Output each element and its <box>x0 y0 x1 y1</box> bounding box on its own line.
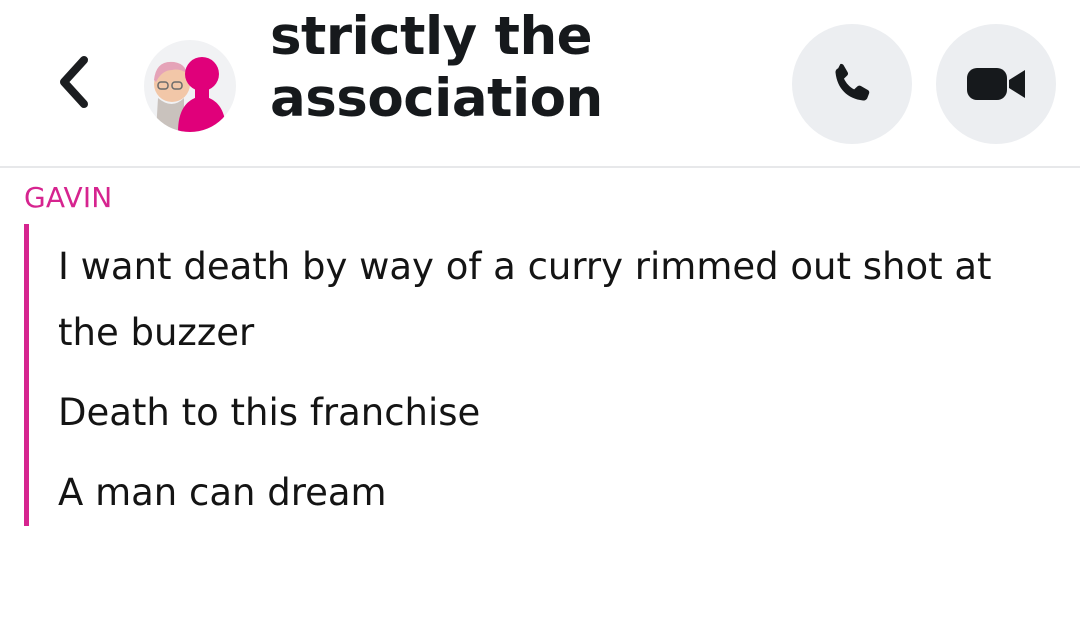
video-camera-icon <box>967 68 1025 100</box>
sender-color-bar <box>24 224 29 526</box>
chat-message[interactable]: A man can dream <box>58 460 1048 526</box>
call-button[interactable] <box>792 24 912 144</box>
chat-title: strictly the association <box>270 6 770 130</box>
bitmoji-avatar-icon <box>154 57 226 132</box>
chat-screen: strictly the association GAVIN I want de… <box>0 0 1080 641</box>
chat-message[interactable]: Death to this franchise <box>58 380 1048 446</box>
chat-title-line2: association <box>270 68 603 129</box>
chat-title-line1: strictly the <box>270 6 593 67</box>
chat-header: strictly the association <box>0 0 1080 168</box>
sender-name: GAVIN <box>24 181 113 214</box>
chat-message[interactable]: I want death by way of a curry rimmed ou… <box>58 234 1048 366</box>
phone-icon <box>835 63 870 101</box>
group-avatar[interactable] <box>144 40 236 132</box>
back-button[interactable] <box>44 52 104 112</box>
chevron-left-icon <box>60 56 88 108</box>
video-call-button[interactable] <box>936 24 1056 144</box>
